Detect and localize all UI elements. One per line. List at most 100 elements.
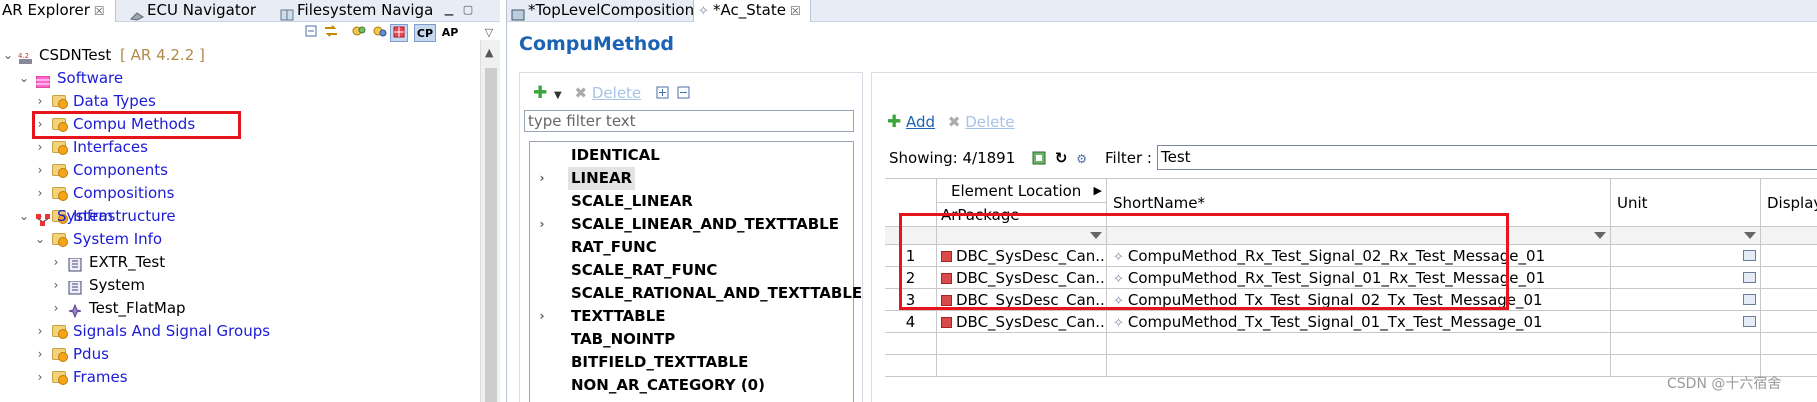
add-link[interactable]: Add <box>906 113 935 131</box>
chevron-right-icon[interactable]: › <box>34 320 46 343</box>
scrollbar-thumb[interactable] <box>485 68 497 402</box>
tree-item-data-types[interactable]: › Data Types <box>0 90 300 113</box>
chevron-right-icon[interactable]: › <box>34 366 46 389</box>
chevron-right-icon[interactable]: › <box>34 159 46 182</box>
export-icon[interactable] <box>1032 149 1046 167</box>
shortname-cell[interactable] <box>1107 355 1611 377</box>
refresh-icon[interactable] <box>370 24 388 42</box>
add-icon[interactable]: ✚ <box>533 83 547 103</box>
arpackage-cell[interactable]: DBC_SysDesc_Can... <box>937 311 1107 333</box>
chevron-right-icon[interactable]: › <box>50 297 62 320</box>
column-header-unit[interactable]: Unit <box>1611 179 1761 227</box>
category-item[interactable]: › TEXTTABLE <box>530 305 853 328</box>
display-format-cell[interactable] <box>1761 333 1817 355</box>
chevron-right-icon[interactable]: › <box>34 343 46 366</box>
delete-link[interactable]: Delete <box>965 113 1014 131</box>
category-item[interactable]: SCALE_LINEAR <box>530 190 853 213</box>
display-format-cell[interactable] <box>1761 267 1817 289</box>
column-filter-cell[interactable] <box>1761 227 1817 245</box>
tab-ecu-navigator[interactable]: ECU Navigator <box>129 0 275 22</box>
funnel-icon[interactable] <box>1744 232 1756 239</box>
category-item[interactable]: › LINEAR <box>530 167 853 190</box>
chevron-right-icon[interactable]: › <box>536 167 548 190</box>
chevron-right-icon[interactable]: › <box>50 251 62 274</box>
tree-item-pdus[interactable]: › Pdus <box>0 343 300 366</box>
display-format-cell[interactable] <box>1761 245 1817 267</box>
expand-arrow-icon[interactable]: ▶ <box>1094 179 1102 202</box>
maximize-icon[interactable]: ▢ <box>459 1 477 19</box>
chevron-down-icon[interactable]: ⌄ <box>18 67 30 90</box>
unit-cell[interactable] <box>1611 333 1761 355</box>
tab-ar-explorer[interactable]: AR Explorer ☒ <box>0 0 116 22</box>
link-editor-icon[interactable] <box>322 24 340 42</box>
category-item[interactable]: SCALE_RATIONAL_AND_TEXTTABLE <box>530 282 862 305</box>
unit-cell[interactable] <box>1611 245 1761 267</box>
chevron-right-icon[interactable]: › <box>536 305 548 328</box>
unit-picker-icon[interactable] <box>1743 272 1756 283</box>
chevron-right-icon[interactable]: › <box>34 182 46 205</box>
arpackage-cell[interactable] <box>937 333 1107 355</box>
tree-item-interfaces[interactable]: › Interfaces <box>0 136 300 159</box>
scroll-up-icon[interactable]: ▲ <box>485 46 493 59</box>
category-item[interactable]: › SCALE_LINEAR_AND_TEXTTABLE <box>530 213 853 236</box>
unit-picker-icon[interactable] <box>1743 250 1756 261</box>
refresh-icon[interactable]: ↻ <box>1055 149 1068 167</box>
ap-toggle-button[interactable]: AP <box>439 24 461 42</box>
tree-item-frames[interactable]: › Frames <box>0 366 300 389</box>
close-icon[interactable]: ☒ <box>790 4 801 18</box>
display-format-cell[interactable] <box>1761 311 1817 333</box>
unit-cell[interactable] <box>1611 289 1761 311</box>
category-item[interactable]: RAT_FUNC <box>530 236 853 259</box>
tree-item-signals-and-signal-groups[interactable]: › Signals And Signal Groups <box>0 320 300 343</box>
shortname-cell[interactable]: ✧ CompuMethod_Tx_Test_Signal_01_Tx_Test_M… <box>1107 311 1611 333</box>
collapse-all-icon[interactable] <box>302 24 320 42</box>
tree-item-system-info[interactable]: ⌄ System Info <box>0 228 300 251</box>
add-icon[interactable]: ✚ <box>887 112 901 132</box>
filter-icon[interactable] <box>350 24 368 42</box>
tree-item-system[interactable]: ⌄ System <box>0 205 300 228</box>
dropdown-arrow-icon[interactable]: ▼ <box>554 90 562 101</box>
chevron-right-icon[interactable]: › <box>50 274 62 297</box>
arpackage-cell[interactable] <box>937 355 1107 377</box>
display-format-cell[interactable] <box>1761 289 1817 311</box>
expand-all-icon[interactable] <box>656 84 670 102</box>
unit-cell[interactable] <box>1611 311 1761 333</box>
tab-filesystem-navigator[interactable]: Filesystem Naviga <box>280 0 433 22</box>
grid-view-icon[interactable] <box>390 24 408 42</box>
filter-input[interactable]: Test <box>1157 145 1817 170</box>
tree-item-root[interactable]: ⌄ 4.2 CSDNTest [ AR 4.2.2 ] <box>0 44 300 67</box>
column-header-element-location[interactable]: Element Location ▶ <box>937 179 1107 203</box>
tab-top-level-composition[interactable]: *TopLevelComposition <box>511 0 694 22</box>
tab-ac-state[interactable]: ✧ *Ac_State ☒ <box>693 0 811 22</box>
shortname-cell[interactable] <box>1107 333 1611 355</box>
funnel-icon[interactable] <box>1594 232 1606 239</box>
chevron-right-icon[interactable]: › <box>34 90 46 113</box>
chevron-right-icon[interactable]: › <box>34 136 46 159</box>
tree-item-extr-test[interactable]: › EXTR_Test <box>0 251 300 274</box>
tree-item-software[interactable]: ⌄ Software <box>0 67 300 90</box>
category-item[interactable]: NON_AR_CATEGORY (0) <box>530 374 853 397</box>
tree-item-system[interactable]: › System <box>0 274 300 297</box>
category-item[interactable]: BITFIELD_TEXTTABLE <box>530 351 853 374</box>
tree-item-test-flatmap[interactable]: › Test_FlatMap <box>0 297 300 320</box>
category-item[interactable]: SCALE_RAT_FUNC <box>530 259 853 282</box>
category-item[interactable]: TAB_NOINTP <box>530 328 853 351</box>
chevron-down-icon[interactable]: ⌄ <box>2 44 14 67</box>
minimize-icon[interactable]: ▁ <box>440 1 458 19</box>
close-icon[interactable]: ☒ <box>94 4 105 18</box>
type-filter-input[interactable]: type filter text <box>524 110 854 132</box>
column-header-display-format[interactable]: DisplayFo <box>1761 179 1817 227</box>
unit-picker-icon[interactable] <box>1743 294 1756 305</box>
collapse-all-icon[interactable] <box>677 84 691 102</box>
chevron-down-icon[interactable]: ⌄ <box>34 228 46 251</box>
chevron-right-icon[interactable]: › <box>536 213 548 236</box>
explorer-scrollbar[interactable]: ▲ <box>480 40 500 402</box>
unit-cell[interactable] <box>1611 267 1761 289</box>
chevron-down-icon[interactable]: ⌄ <box>18 205 30 228</box>
settings-icon[interactable]: ⚙ <box>1076 152 1087 166</box>
unit-picker-icon[interactable] <box>1743 316 1756 327</box>
tree-item-compositions[interactable]: › Compositions <box>0 182 300 205</box>
delete-link[interactable]: Delete <box>592 84 641 102</box>
category-item[interactable]: IDENTICAL <box>530 144 853 167</box>
tree-item-components[interactable]: › Components <box>0 159 300 182</box>
